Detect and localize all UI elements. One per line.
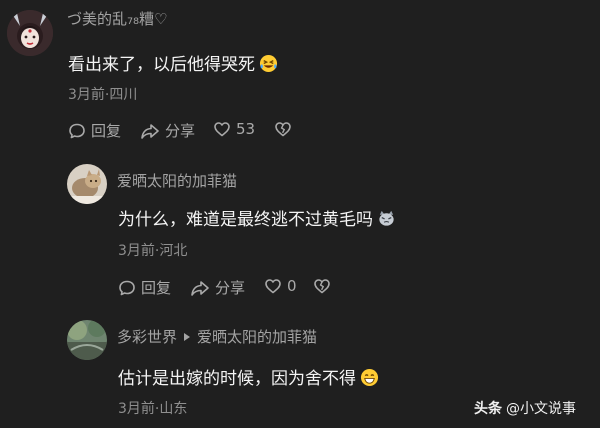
share-label: 分享: [215, 279, 246, 297]
comment-2-share-button[interactable]: 分享: [190, 277, 245, 298]
watermark: 头条 @小文说事: [474, 398, 576, 418]
comment-1-text-row: 看出来了，以后他得哭死: [68, 50, 278, 78]
comment-1-meta: 3月前·四川: [68, 87, 138, 103]
share-label: 分享: [165, 122, 196, 140]
comment-1-text: 看出来了，以后他得哭死: [68, 55, 255, 75]
comment-3-reply-to[interactable]: 爱晒太阳的加菲猫: [197, 326, 317, 347]
heart-icon: [264, 277, 282, 295]
avatar-2[interactable]: [67, 164, 107, 204]
cat-emoji-icon: [377, 209, 396, 233]
grinning-emoji-icon: [360, 368, 379, 392]
avatar-3[interactable]: [67, 320, 107, 360]
comment-2-dislike-button[interactable]: [313, 277, 331, 295]
comment-1-username[interactable]: づ美的乱₇₈糟♡: [67, 8, 167, 29]
comment-2-reply-button[interactable]: 回复: [118, 277, 171, 298]
avatar-1[interactable]: [7, 10, 53, 56]
broken-heart-icon: [313, 277, 331, 295]
reply-icon: [68, 122, 86, 140]
comment-3-username[interactable]: 多彩世界: [117, 326, 177, 347]
avatar-2-image: [67, 164, 107, 204]
reply-arrow-icon: [183, 328, 191, 346]
avatar-1-image: [7, 10, 53, 56]
reply-label: 回复: [141, 279, 172, 297]
watermark-handle: @小文说事: [506, 401, 576, 417]
broken-heart-icon: [274, 120, 292, 138]
comment-2-meta: 3月前·河北: [118, 243, 188, 259]
comment-3-meta: 3月前·山东: [118, 401, 188, 417]
comment-2-like-button[interactable]: 0: [264, 277, 297, 295]
watermark-brand: 头条: [474, 401, 502, 417]
comment-2-username[interactable]: 爱晒太阳的加菲猫: [117, 170, 237, 191]
like-count: 0: [287, 277, 297, 295]
comment-3-header: 多彩世界 爱晒太阳的加菲猫: [117, 326, 317, 347]
reply-label: 回复: [91, 122, 122, 140]
like-count: 53: [236, 120, 256, 138]
heart-icon: [213, 120, 231, 138]
comment-1-share-button[interactable]: 分享: [140, 120, 195, 141]
comment-1-dislike-button[interactable]: [274, 120, 292, 138]
comment-3-text: 估计是出嫁的时候，因为舍不得: [118, 369, 356, 389]
share-icon: [140, 122, 160, 140]
avatar-3-image: [67, 320, 107, 360]
comment-1-like-button[interactable]: 53: [213, 120, 255, 138]
comment-2-text: 为什么，难道是最终逃不过黄毛吗: [118, 210, 373, 230]
laughing-tears-emoji-icon: [259, 54, 278, 78]
reply-icon: [118, 279, 136, 297]
share-icon: [190, 279, 210, 297]
comment-2-text-row: 为什么，难道是最终逃不过黄毛吗: [118, 205, 396, 233]
comment-1-reply-button[interactable]: 回复: [68, 120, 121, 141]
comment-3-text-row: 估计是出嫁的时候，因为舍不得: [118, 364, 379, 392]
